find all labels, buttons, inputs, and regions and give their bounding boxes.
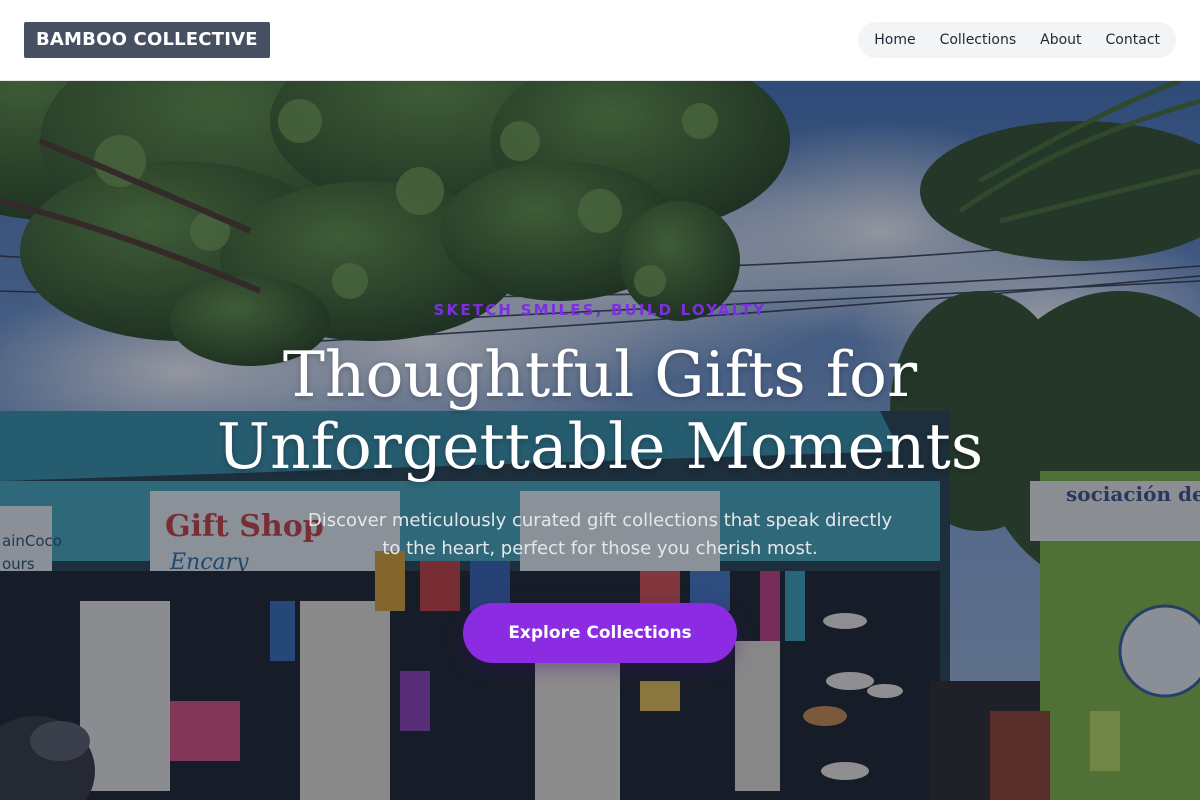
hero-section: Gift Shop Encary ainCoco ours sociación … <box>0 81 1200 800</box>
hero-eyebrow: SKETCH SMILES, BUILD LOYALTY <box>433 301 767 319</box>
nav-contact[interactable]: Contact <box>1094 22 1172 58</box>
hero-headline-line-1: Thoughtful Gifts for <box>282 338 918 411</box>
hero-subtext-line-2: to the heart, perfect for those you cher… <box>382 538 818 559</box>
hero-subtext-line-1: Discover meticulously curated gift colle… <box>307 510 893 531</box>
hero-headline: Thoughtful Gifts for Unforgettable Momen… <box>150 339 1050 483</box>
hero-subtext: Discover meticulously curated gift colle… <box>260 507 940 563</box>
hero-headline-line-2: Unforgettable Moments <box>216 410 984 483</box>
nav-collections[interactable]: Collections <box>928 22 1029 58</box>
main-nav: Home Collections About Contact <box>858 22 1176 58</box>
nav-home[interactable]: Home <box>862 22 927 58</box>
brand-logo[interactable]: BAMBOO COLLECTIVE <box>24 22 270 58</box>
explore-collections-button[interactable]: Explore Collections <box>463 603 737 663</box>
site-header: BAMBOO COLLECTIVE Home Collections About… <box>0 0 1200 81</box>
nav-about[interactable]: About <box>1028 22 1093 58</box>
